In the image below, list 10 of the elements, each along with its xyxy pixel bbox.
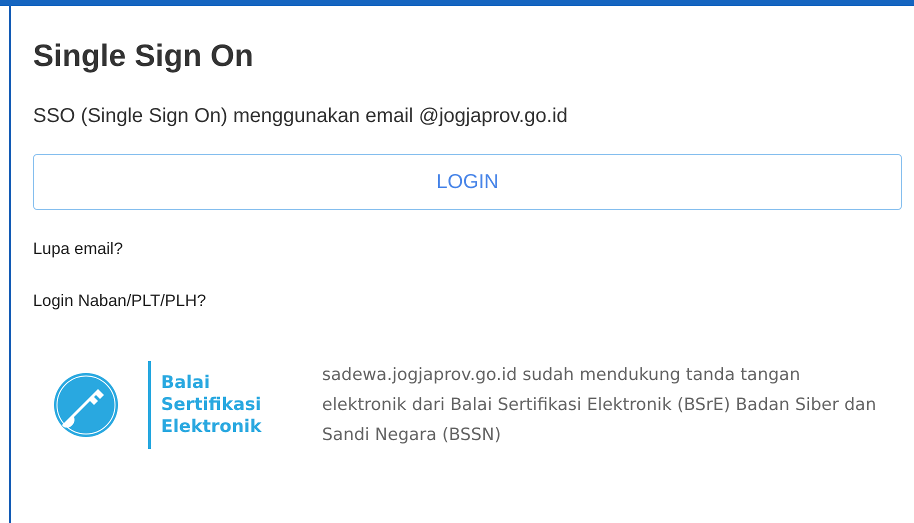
logo-text: Elektronik xyxy=(161,416,262,438)
help-link[interactable]: Login Naban/PLT/PLH? xyxy=(33,290,206,312)
logo-text: Balai xyxy=(161,372,211,394)
login-button[interactable]: LOGIN xyxy=(33,154,902,210)
logo-text: Sertifikasi xyxy=(161,394,262,416)
help-link[interactable]: Lupa email? xyxy=(33,238,123,260)
key-icon xyxy=(54,373,118,437)
notice-text: sadewa.jogjaprov.go.id sudah mendukung tanda tangan elektronik dari Balai Sertifikasi Elektronik (BSrE) Badan Siber dan Sandi Negara (BSSN) xyxy=(322,364,878,447)
description-text: SSO (Single Sign On) menggunakan email @jogjaprov.go.id xyxy=(33,104,569,129)
page-title: Single Sign On xyxy=(33,37,254,75)
